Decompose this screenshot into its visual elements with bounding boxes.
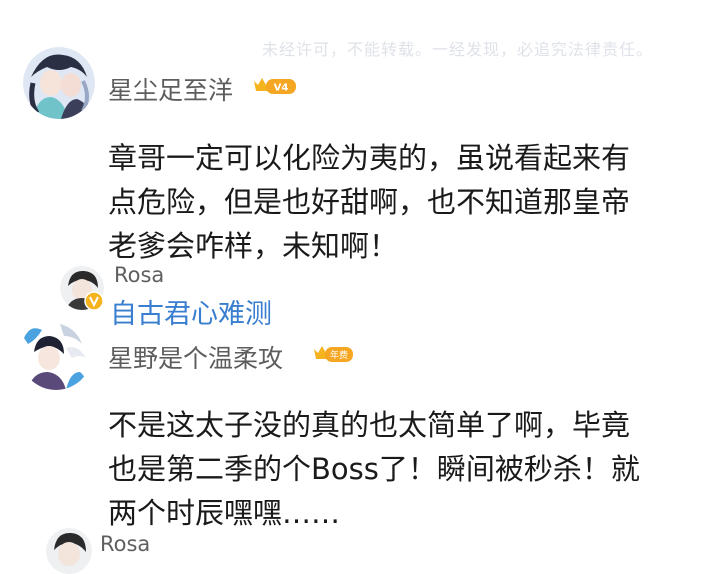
vip-badge: V4 xyxy=(252,75,298,97)
reply-username[interactable]: Rosa xyxy=(100,532,150,556)
comment-username[interactable]: 星野是个温柔攻 xyxy=(108,339,283,375)
copyright-watermark: 未经许可，不能转载。一经发现，必追究法律责任。 xyxy=(262,40,654,59)
comment-username[interactable]: 星尘足至洋 xyxy=(108,71,233,107)
comment-text: 不是这太子没的真的也太简单了啊，毕竟 也是第二季的个Boss了！瞬间被秒杀！就 … xyxy=(108,408,640,530)
reply-text[interactable]: 自古君心难测 xyxy=(110,292,272,331)
vip-level-label: V4 xyxy=(274,83,289,94)
reply-username[interactable]: Rosa xyxy=(114,263,164,287)
annual-vip-badge: 年费 xyxy=(312,343,354,365)
reply-avatar[interactable] xyxy=(46,528,92,574)
comment-text: 章哥一定可以化险为夷的，虽说看起来有 点危险，但是也好甜啊，也不知道那皇帝 老爹… xyxy=(108,141,631,263)
verified-v-icon xyxy=(84,291,104,311)
avatar[interactable] xyxy=(23,47,95,119)
avatar[interactable] xyxy=(20,318,92,390)
vip-type-label: 年费 xyxy=(330,349,348,361)
